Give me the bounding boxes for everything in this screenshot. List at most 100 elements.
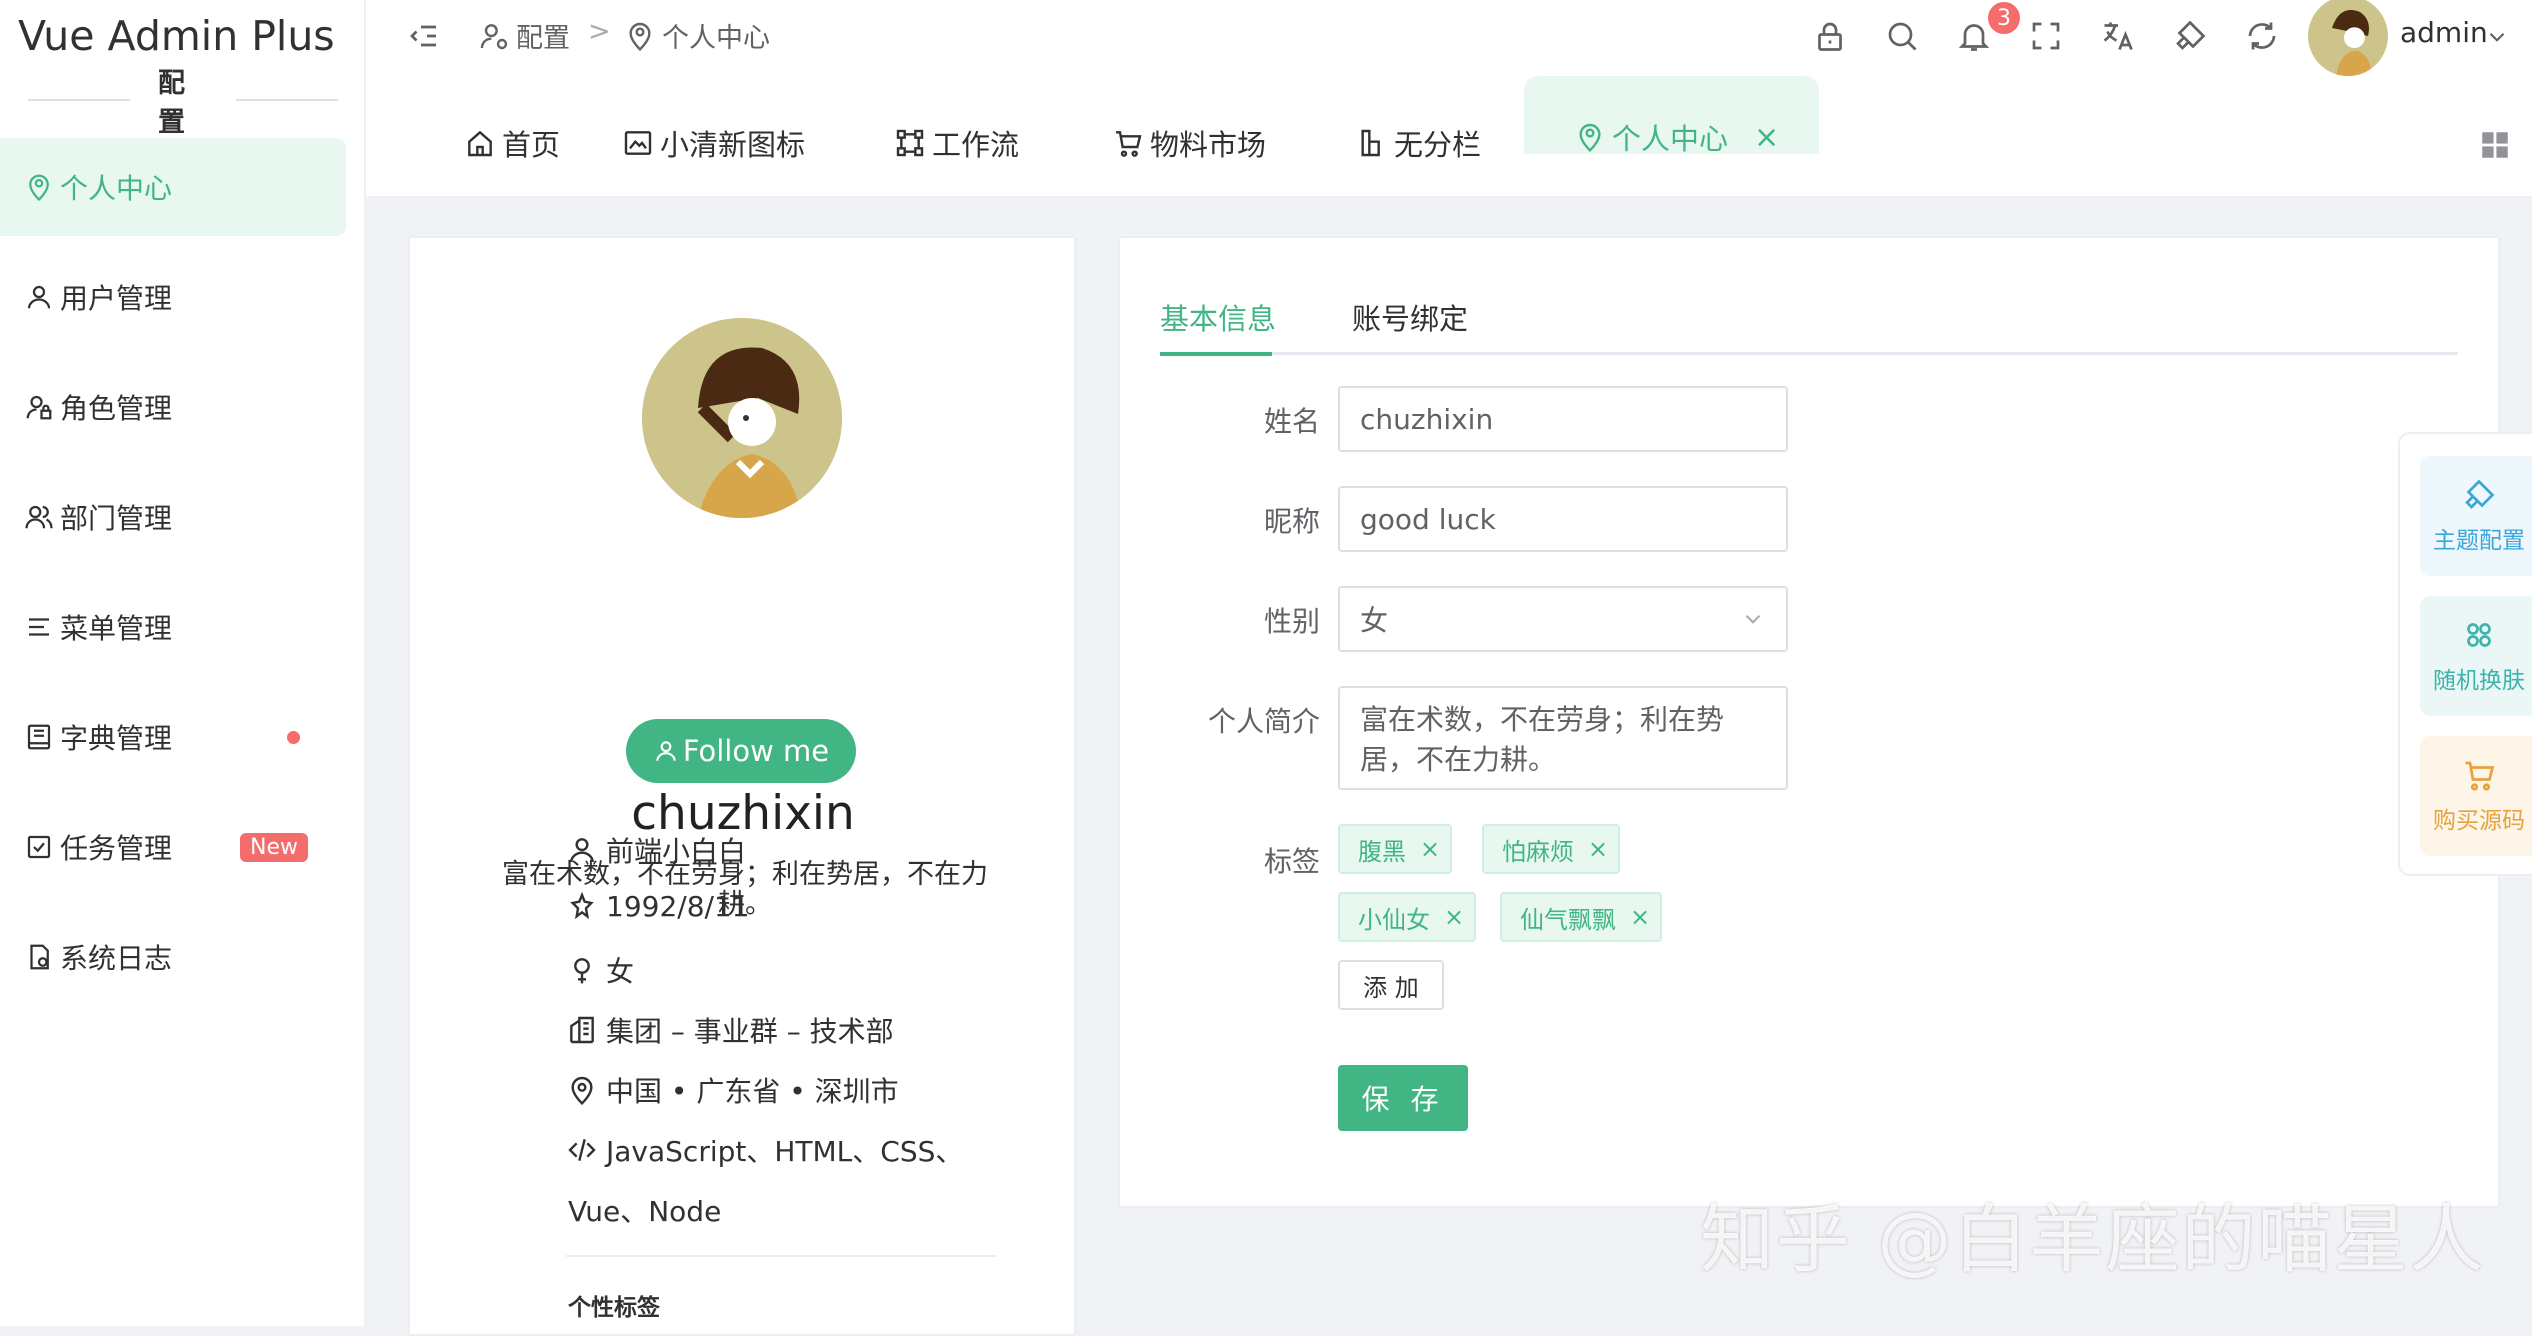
tab-icons[interactable]: 小清新图标 bbox=[622, 120, 805, 166]
tab-label: 物料市场 bbox=[1150, 128, 1267, 162]
female-icon bbox=[574, 958, 590, 984]
info-gender: 女 bbox=[566, 950, 634, 990]
tag-close-icon[interactable]: × bbox=[1444, 903, 1464, 931]
tag-item: 怕麻烦 × bbox=[1482, 824, 1621, 874]
info-skills-text-2: Vue、Node bbox=[568, 1195, 722, 1228]
theme-config-button[interactable]: 主题配置 bbox=[2420, 456, 2532, 576]
add-tag-button[interactable]: 添 加 bbox=[1338, 960, 1444, 1010]
info-location: 中国 • 广东省 • 深圳市 bbox=[566, 1070, 899, 1110]
tab-account-binding[interactable]: 账号绑定 bbox=[1352, 296, 1468, 338]
tab-label: 小清新图标 bbox=[660, 128, 806, 162]
breadcrumb-current: 个人中心 bbox=[662, 23, 770, 54]
tag-label: 仙气飘飘 bbox=[1520, 905, 1616, 934]
info-skills: JavaScript、HTML、CSS、 bbox=[566, 1130, 963, 1170]
sidebar-item-label: 角色管理 bbox=[60, 392, 173, 425]
layout-icon bbox=[1361, 129, 1380, 157]
tag-item: 腹黑 × bbox=[1338, 824, 1453, 874]
breadcrumb-item[interactable]: 配置 bbox=[516, 16, 570, 55]
sidebar-item-label: 用户管理 bbox=[60, 282, 173, 315]
user-icon bbox=[27, 285, 51, 309]
code-icon bbox=[568, 1139, 596, 1161]
new-badge: New bbox=[240, 832, 308, 862]
menu-icon bbox=[29, 618, 49, 636]
tag-close-icon[interactable]: × bbox=[1630, 903, 1650, 931]
app-logo-title[interactable]: Vue Admin Plus bbox=[18, 12, 335, 60]
tag-label: 腹黑 bbox=[1358, 837, 1406, 866]
cart-icon bbox=[1116, 131, 1142, 157]
theme-brush-icon bbox=[2465, 479, 2495, 509]
translate-icon[interactable] bbox=[2100, 18, 2136, 54]
random-skin-label: 随机换肤 bbox=[2433, 668, 2525, 694]
refresh-icon[interactable] bbox=[2244, 18, 2280, 54]
gender-select[interactable]: 女 bbox=[1338, 586, 1788, 652]
palette-icon bbox=[2467, 623, 2491, 647]
notification-count-badge: 3 bbox=[1986, 0, 2022, 36]
sidebar-section-label: 配置 bbox=[157, 68, 185, 138]
tab-home[interactable]: 首页 bbox=[464, 120, 560, 166]
bio-textarea[interactable]: 富在术数，不在劳身；利在势 居，不在力耕。 bbox=[1338, 686, 1788, 790]
chevron-down-icon[interactable] bbox=[2484, 24, 2510, 50]
active-tab-indicator bbox=[1160, 352, 1272, 356]
tab-profile[interactable]: 个人中心 × bbox=[1524, 76, 1820, 156]
sidebar-item-dictionary[interactable]: 字典管理 bbox=[0, 688, 346, 786]
lock-icon[interactable] bbox=[1812, 18, 1848, 54]
divider bbox=[566, 1255, 996, 1257]
cake-icon bbox=[570, 891, 594, 919]
info-title-text: 前端小白白 bbox=[606, 835, 747, 868]
nickname-input[interactable]: good luck bbox=[1338, 486, 1788, 552]
tags-section-title: 个性标签 bbox=[568, 1295, 660, 1321]
sidebar-item-roles[interactable]: 角色管理 bbox=[0, 358, 346, 456]
tab-close-icon[interactable]: × bbox=[1754, 120, 1779, 155]
grid-menu-icon[interactable] bbox=[2478, 128, 2512, 162]
sidebar-item-tasks[interactable]: 任务管理 New bbox=[0, 798, 346, 896]
username[interactable]: admin bbox=[2400, 16, 2488, 49]
avatar[interactable] bbox=[2308, 0, 2388, 76]
random-skin-button[interactable]: 随机换肤 bbox=[2420, 596, 2532, 716]
save-button[interactable]: 保 存 bbox=[1338, 1065, 1468, 1131]
sidebar-item-users[interactable]: 用户管理 bbox=[0, 248, 346, 346]
sidebar-item-profile[interactable]: 个人中心 bbox=[0, 138, 346, 236]
tab-basic-info[interactable]: 基本信息 bbox=[1160, 296, 1276, 338]
profile-avatar bbox=[642, 318, 842, 518]
cart-icon bbox=[2465, 761, 2495, 791]
collapse-menu-icon[interactable] bbox=[406, 18, 442, 54]
profile-card: chuzhixin 富在术数，不在劳身；利在势居，不在力耕。 bbox=[408, 236, 1076, 1336]
notification-dot bbox=[287, 730, 300, 744]
info-gender-text: 女 bbox=[606, 955, 635, 988]
user-icon bbox=[570, 838, 594, 863]
search-icon[interactable] bbox=[1884, 18, 1920, 54]
info-department: 集团 – 事业群 – 技术部 bbox=[566, 1010, 894, 1050]
image-icon bbox=[624, 131, 652, 155]
file-log-icon bbox=[30, 944, 49, 970]
theme-brush-icon[interactable] bbox=[2172, 18, 2208, 54]
follow-label: Follow me bbox=[682, 734, 830, 768]
tabs-bar: 首页 小清新图标 工作流 物料市场 无分栏 个人中心 × bbox=[366, 76, 2532, 198]
tag-close-icon[interactable]: × bbox=[1588, 835, 1608, 863]
tag-close-icon[interactable]: × bbox=[1420, 835, 1440, 863]
buy-source-button[interactable]: 购买源码 bbox=[2420, 736, 2532, 856]
tab-materials[interactable]: 物料市场 bbox=[1112, 120, 1266, 166]
sidebar-item-menus[interactable]: 菜单管理 bbox=[0, 578, 346, 676]
sidebar-item-label: 字典管理 bbox=[60, 722, 173, 755]
flow-icon bbox=[896, 129, 924, 157]
top-header: 配置 > 个人中心 3 admin bbox=[366, 0, 2532, 76]
follow-button[interactable]: Follow me bbox=[626, 719, 856, 783]
book-icon bbox=[27, 724, 51, 750]
tab-workflow[interactable]: 工作流 bbox=[894, 120, 1019, 166]
tab-no-column[interactable]: 无分栏 bbox=[1356, 120, 1481, 166]
fullscreen-icon[interactable] bbox=[2028, 18, 2064, 54]
bio-line: 富在术数，不在劳身；利在势 bbox=[1360, 703, 1725, 736]
sidebar-item-label: 菜单管理 bbox=[60, 612, 173, 645]
tabs-underline bbox=[1160, 352, 2458, 355]
theme-config-label: 主题配置 bbox=[2433, 528, 2525, 554]
sidebar-item-departments[interactable]: 部门管理 bbox=[0, 468, 346, 566]
sidebar-item-logs[interactable]: 系统日志 bbox=[0, 908, 346, 1006]
user-lock-icon bbox=[26, 395, 52, 420]
label-nickname: 昵称 bbox=[1263, 505, 1320, 538]
sidebar-section-title: 配置 bbox=[0, 68, 366, 138]
tab-label: 首页 bbox=[502, 128, 561, 162]
location-user-icon bbox=[29, 174, 49, 202]
tab-label: 无分栏 bbox=[1394, 128, 1482, 162]
home-icon bbox=[468, 130, 492, 157]
name-input[interactable]: chuzhixin bbox=[1338, 386, 1788, 452]
